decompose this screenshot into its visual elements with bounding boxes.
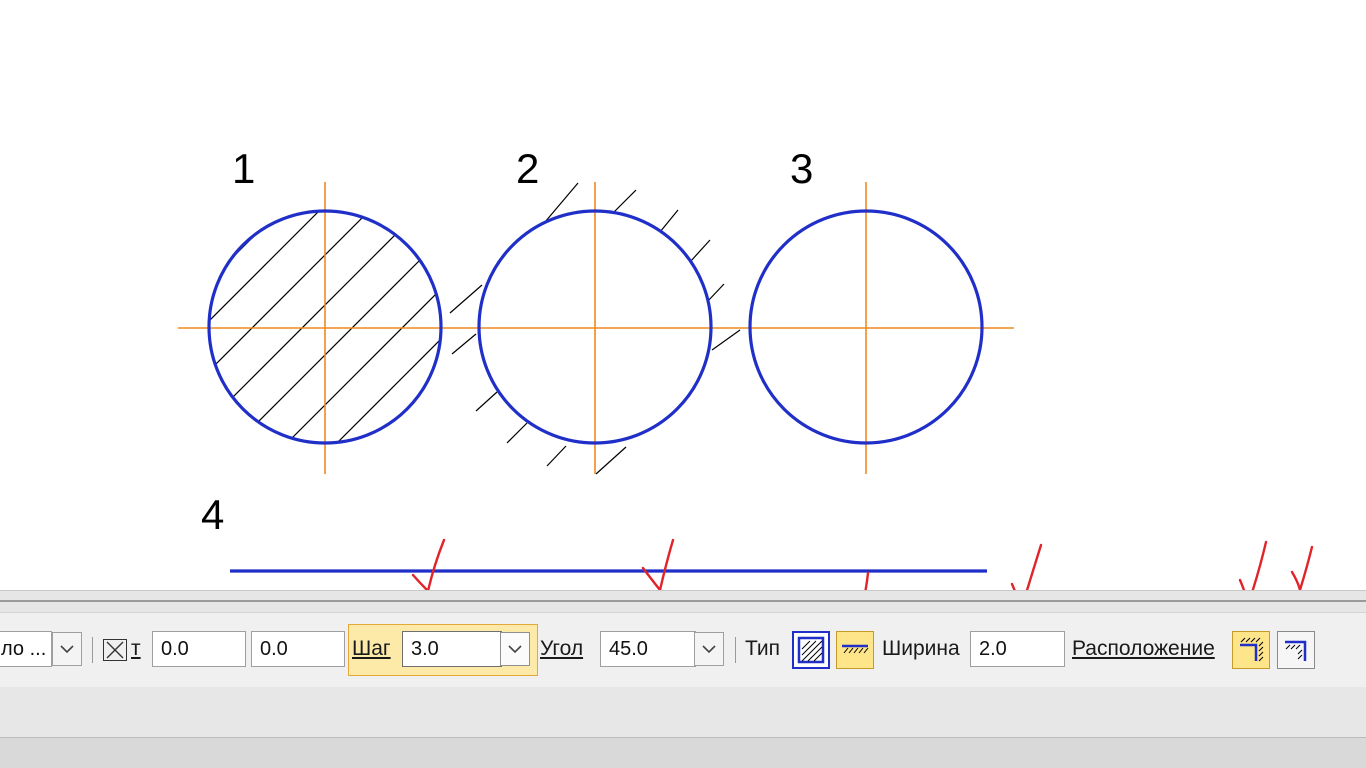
chevron-down-icon bbox=[60, 644, 74, 653]
width-label: Ширина bbox=[882, 637, 960, 660]
label-4: 4 bbox=[201, 491, 225, 538]
chevron-down-icon bbox=[508, 644, 522, 653]
panel-splitter[interactable] bbox=[0, 590, 1366, 613]
hatch-fill-icon bbox=[797, 636, 825, 664]
step-dropdown-button[interactable] bbox=[500, 632, 530, 666]
toolbar-separator bbox=[92, 637, 93, 663]
x-coordinate-field[interactable]: 0.0 bbox=[152, 631, 246, 667]
t-label: т bbox=[131, 637, 141, 660]
step-field[interactable]: 3.0 bbox=[402, 631, 502, 667]
toolbar-separator bbox=[735, 637, 736, 663]
annotation-checkmarks bbox=[411, 538, 1314, 590]
angle-label: Угол bbox=[540, 637, 584, 660]
step-label: Шаг bbox=[352, 637, 391, 660]
hatch-fill-type-button[interactable] bbox=[792, 631, 830, 669]
status-bar bbox=[0, 687, 1366, 738]
hatch-outside-icon bbox=[1240, 637, 1264, 662]
hatch-band-icon bbox=[842, 644, 869, 654]
angle-field[interactable]: 45.0 bbox=[600, 631, 696, 667]
width-field[interactable]: 2.0 bbox=[970, 631, 1065, 667]
chevron-down-icon bbox=[702, 644, 716, 653]
hatch-outside-button[interactable] bbox=[1232, 631, 1270, 669]
hatch-inside-button[interactable] bbox=[1277, 631, 1315, 669]
angle-dropdown-button[interactable] bbox=[694, 632, 724, 666]
position-label: Расположение bbox=[1072, 637, 1215, 660]
x-box-icon[interactable] bbox=[103, 639, 127, 661]
type-label: Тип bbox=[745, 637, 781, 660]
bottom-strip bbox=[0, 738, 1366, 768]
style-dropdown-value[interactable]: ло ... bbox=[0, 631, 52, 667]
y-coordinate-field[interactable]: 0.0 bbox=[251, 631, 345, 667]
label-2: 2 bbox=[516, 145, 540, 192]
properties-toolbar: ло ... т 0.0 0.0 Шаг 3.0 Угол 45.0 Тип Ш… bbox=[0, 612, 1366, 688]
hatch-fill-circle-1 bbox=[209, 211, 441, 443]
style-dropdown-button[interactable] bbox=[52, 632, 82, 666]
hatch-band-type-button[interactable] bbox=[836, 631, 874, 669]
label-3: 3 bbox=[790, 145, 814, 192]
hatch-inside-icon bbox=[1285, 640, 1307, 661]
label-1: 1 bbox=[232, 145, 256, 192]
